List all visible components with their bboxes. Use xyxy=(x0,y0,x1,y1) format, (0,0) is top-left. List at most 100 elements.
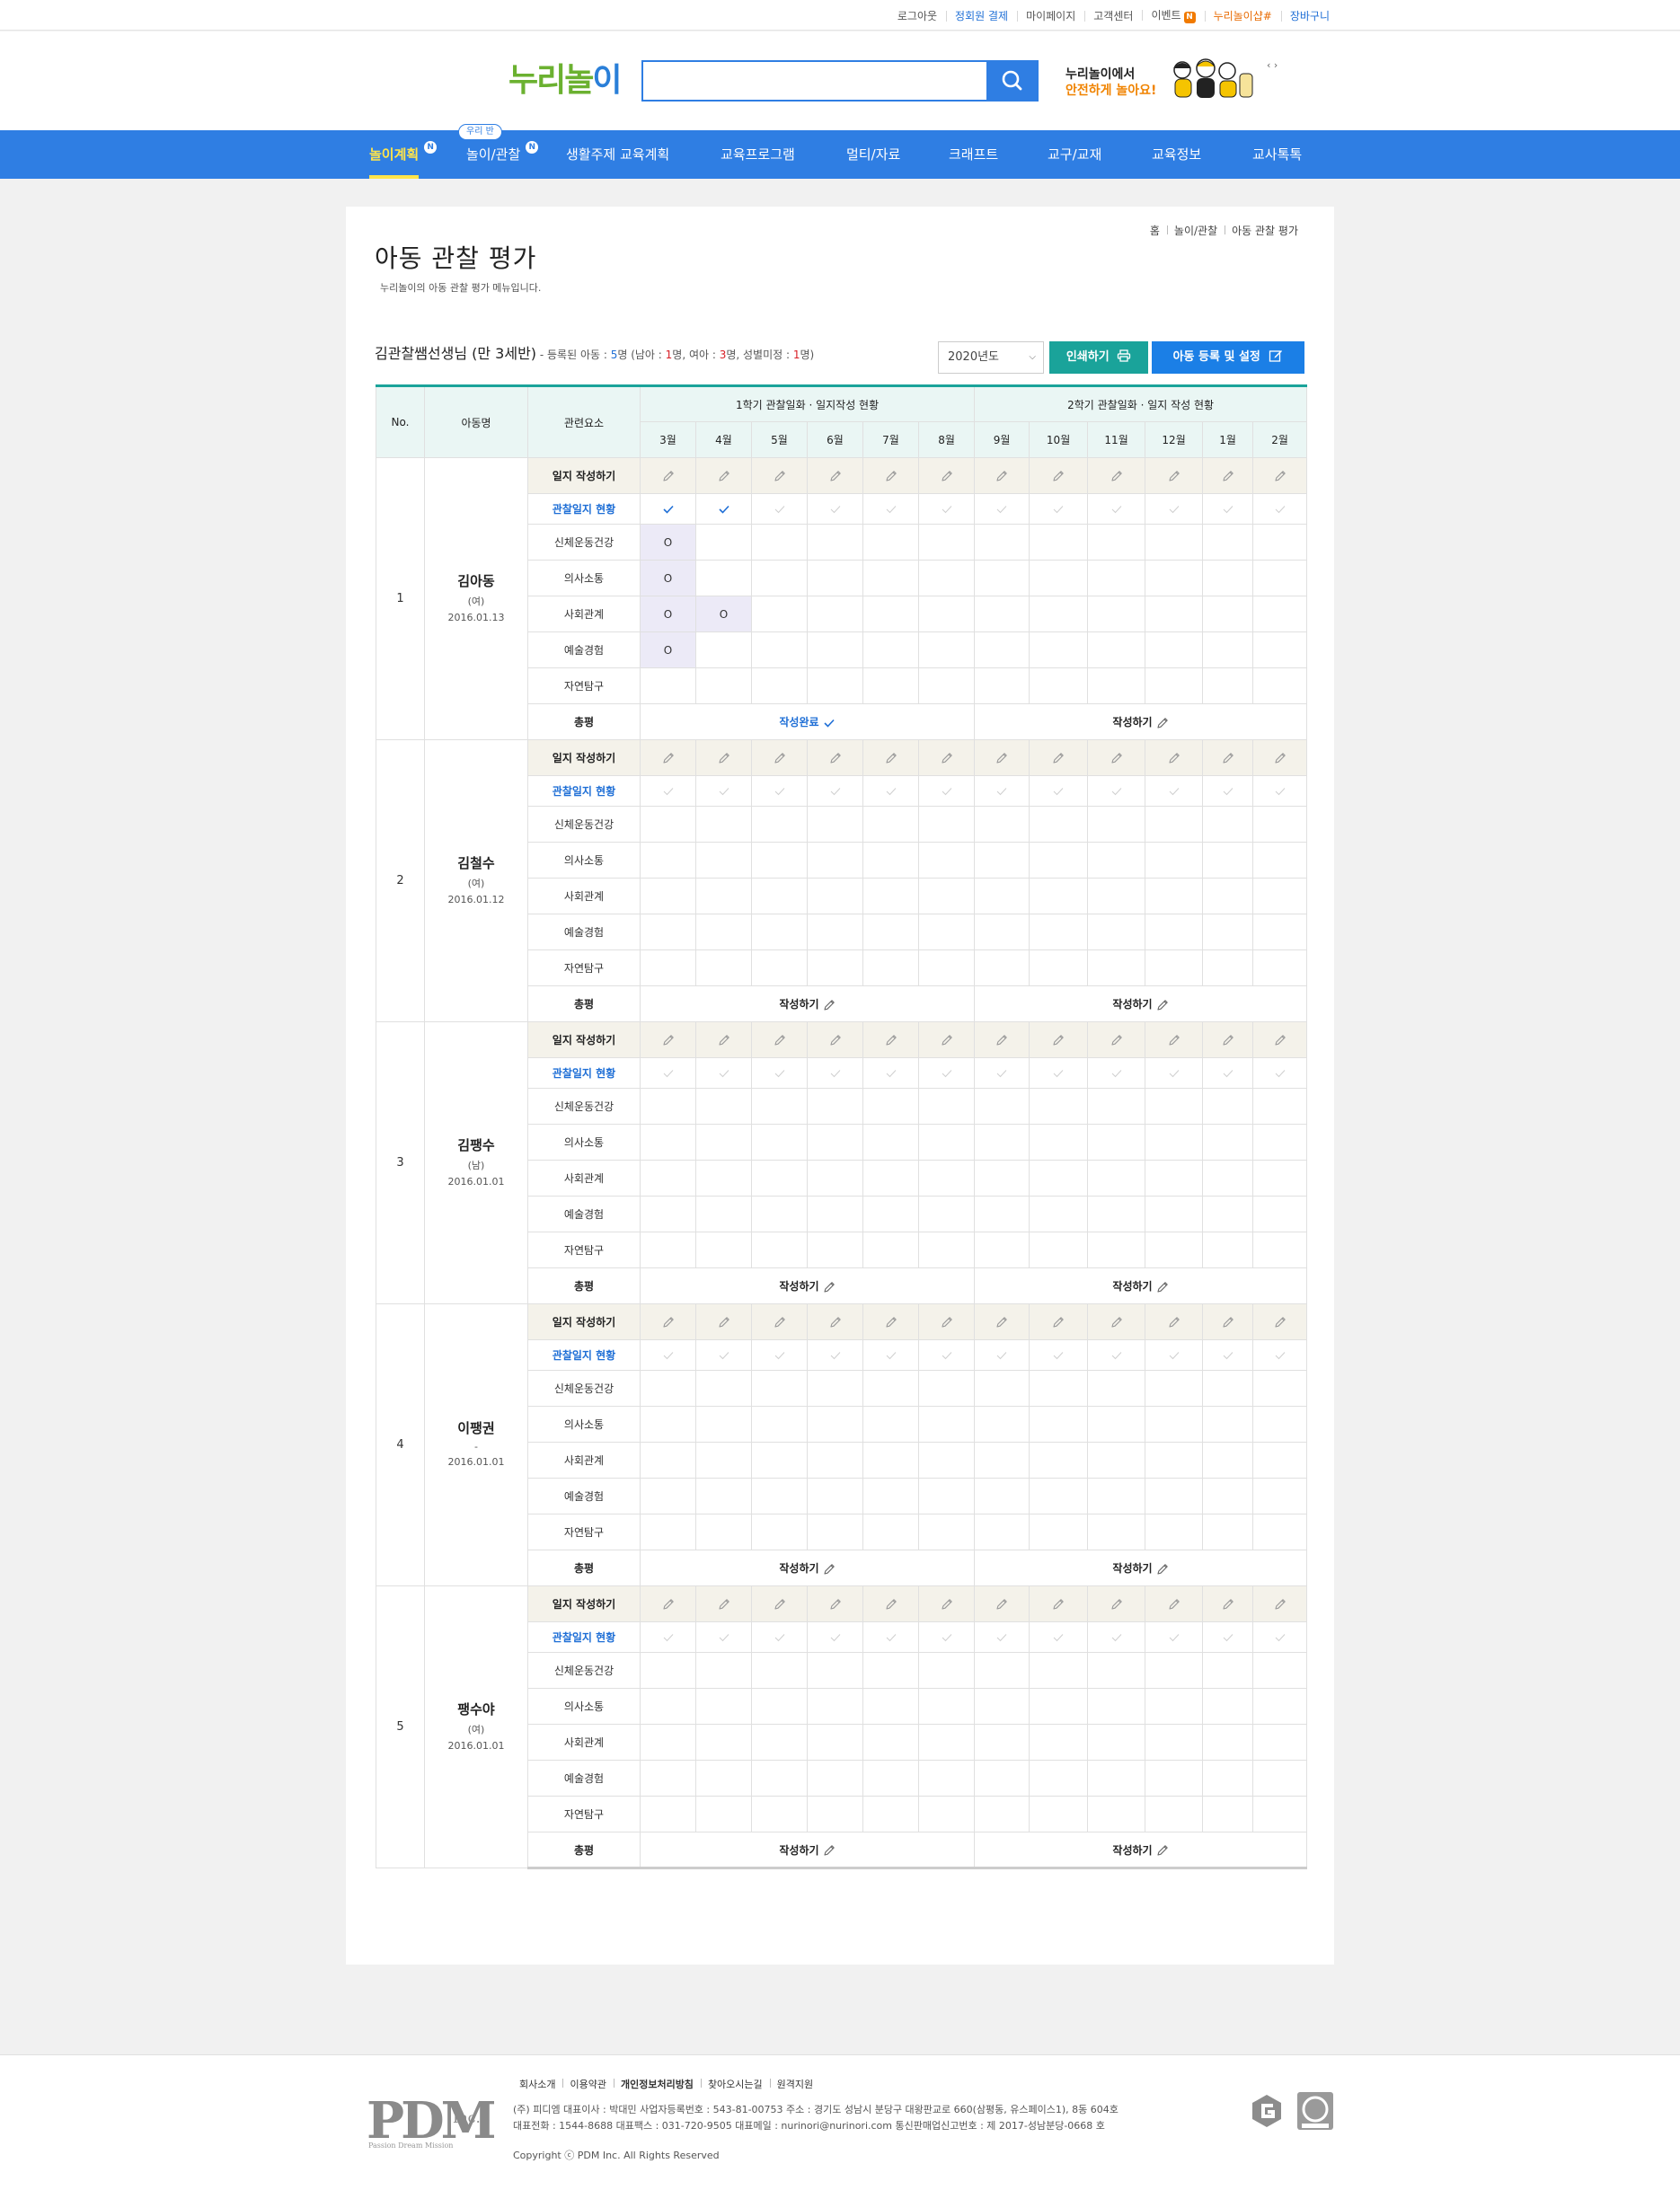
write-log-button[interactable] xyxy=(807,739,863,776)
semester-1-summary-button[interactable]: 작성하기 xyxy=(639,1550,976,1586)
mypage-link[interactable]: 마이페이지 xyxy=(1017,8,1084,23)
logout-link[interactable]: 로그아웃 xyxy=(889,8,946,23)
write-log-button[interactable] xyxy=(862,739,919,776)
write-log-button[interactable] xyxy=(862,1021,919,1058)
shop-link[interactable]: 누리놀이샵# xyxy=(1204,8,1281,23)
breadcrumb-home[interactable]: 홈 xyxy=(1143,223,1167,238)
write-log-button[interactable] xyxy=(974,739,1030,776)
semester-2-summary-button[interactable]: 작성하기 xyxy=(974,985,1308,1022)
observation-mark[interactable]: O xyxy=(640,631,696,668)
nav-life-theme[interactable]: 생활주제 교육계획 xyxy=(566,130,669,179)
semester-1-summary-button[interactable]: 작성하기 xyxy=(639,1267,976,1304)
write-log-button[interactable] xyxy=(1252,457,1308,494)
log-status-label[interactable]: 관찰일지 현황 xyxy=(527,1621,641,1653)
nav-teacher-talk[interactable]: 교사톡톡 xyxy=(1252,130,1302,179)
footer-link-remote[interactable]: 원격지원 xyxy=(769,2077,820,2091)
search-input[interactable] xyxy=(641,60,1039,102)
observation-mark[interactable]: O xyxy=(640,560,696,596)
semester-2-summary-button[interactable]: 작성하기 xyxy=(974,1267,1308,1304)
payment-link[interactable]: 정회원 결제 xyxy=(946,8,1017,23)
write-log-button[interactable] xyxy=(974,1585,1030,1622)
write-log-button[interactable] xyxy=(695,1303,752,1340)
log-status-label[interactable]: 관찰일지 현황 xyxy=(527,1057,641,1089)
observation-mark[interactable]: O xyxy=(640,596,696,632)
write-log-button[interactable] xyxy=(1029,457,1089,494)
semester-1-summary-button[interactable]: 작성완료 xyxy=(639,703,976,740)
nav-edu-info[interactable]: 교육정보 xyxy=(1152,130,1201,179)
write-log-button[interactable] xyxy=(640,1021,696,1058)
write-log-button[interactable] xyxy=(640,739,696,776)
write-log-button[interactable] xyxy=(974,457,1030,494)
write-log-button[interactable] xyxy=(640,457,696,494)
semester-2-summary-button[interactable]: 작성하기 xyxy=(974,1832,1308,1869)
write-log-button[interactable] xyxy=(751,739,808,776)
chevron-left-icon[interactable]: ‹ xyxy=(1267,59,1270,71)
write-log-button[interactable] xyxy=(917,1303,976,1340)
support-link[interactable]: 고객센터 xyxy=(1084,8,1142,23)
write-log-button[interactable] xyxy=(1252,739,1308,776)
write-log-button[interactable] xyxy=(917,457,976,494)
write-log-button[interactable] xyxy=(1029,1585,1089,1622)
write-log-button[interactable] xyxy=(1029,1303,1089,1340)
write-log-button[interactable] xyxy=(917,1021,976,1058)
write-log-button[interactable] xyxy=(1202,457,1254,494)
chevron-right-icon[interactable]: › xyxy=(1274,59,1278,71)
write-log-button[interactable] xyxy=(1145,1303,1204,1340)
write-log-button[interactable] xyxy=(1145,457,1204,494)
write-log-button[interactable] xyxy=(862,1303,919,1340)
cart-link[interactable]: 장바구니 xyxy=(1280,8,1339,23)
write-log-button[interactable] xyxy=(917,739,976,776)
footer-link-terms[interactable]: 이용약관 xyxy=(562,2077,613,2091)
observation-mark[interactable]: O xyxy=(640,524,696,561)
nav-multi[interactable]: 멀티/자료 xyxy=(846,130,900,179)
write-log-button[interactable] xyxy=(751,1303,808,1340)
semester-2-summary-button[interactable]: 작성하기 xyxy=(974,703,1308,740)
write-log-button[interactable] xyxy=(1145,1585,1204,1622)
nav-edu-program[interactable]: 교육프로그램 xyxy=(721,130,795,179)
write-log-button[interactable] xyxy=(1252,1021,1308,1058)
write-log-button[interactable] xyxy=(1087,739,1146,776)
year-select[interactable]: 2020년도 ⌵ xyxy=(938,341,1044,374)
write-log-button[interactable] xyxy=(807,1585,863,1622)
write-log-button[interactable] xyxy=(974,1303,1030,1340)
write-log-button[interactable] xyxy=(917,1585,976,1622)
semester-1-summary-button[interactable]: 작성하기 xyxy=(639,1832,976,1869)
banner-arrows[interactable]: ‹ › xyxy=(1267,59,1278,71)
write-log-button[interactable] xyxy=(1029,1021,1089,1058)
write-log-button[interactable] xyxy=(695,457,752,494)
write-log-button[interactable] xyxy=(807,1303,863,1340)
write-log-button[interactable] xyxy=(1252,1585,1308,1622)
footer-link-company[interactable]: 회사소개 xyxy=(512,2077,562,2091)
register-child-button[interactable]: 아동 등록 및 설정 xyxy=(1152,341,1304,374)
search-button[interactable] xyxy=(986,60,1039,102)
write-log-button[interactable] xyxy=(1202,1021,1254,1058)
write-log-button[interactable] xyxy=(1145,739,1204,776)
write-log-button[interactable] xyxy=(1252,1303,1308,1340)
write-log-button[interactable] xyxy=(751,1021,808,1058)
log-status-cell[interactable] xyxy=(640,493,696,525)
write-log-button[interactable] xyxy=(1145,1021,1204,1058)
log-status-label[interactable]: 관찰일지 현황 xyxy=(527,493,641,525)
write-log-button[interactable] xyxy=(1202,1303,1254,1340)
write-log-button[interactable] xyxy=(1029,739,1089,776)
nav-craft[interactable]: 크래프트 xyxy=(949,130,998,179)
observation-mark[interactable]: O xyxy=(695,596,752,632)
write-log-button[interactable] xyxy=(640,1585,696,1622)
event-link[interactable]: 이벤트 N xyxy=(1142,7,1204,23)
print-button[interactable]: 인쇄하기 xyxy=(1049,341,1148,374)
write-log-button[interactable] xyxy=(807,457,863,494)
write-log-button[interactable] xyxy=(640,1303,696,1340)
footer-link-directions[interactable]: 찾아오시는길 xyxy=(700,2077,770,2091)
breadcrumb-section[interactable]: 놀이/관찰 xyxy=(1166,223,1225,238)
write-log-button[interactable] xyxy=(1202,1585,1254,1622)
write-log-button[interactable] xyxy=(751,457,808,494)
write-log-button[interactable] xyxy=(1202,739,1254,776)
semester-2-summary-button[interactable]: 작성하기 xyxy=(974,1550,1308,1586)
semester-1-summary-button[interactable]: 작성하기 xyxy=(639,985,976,1022)
write-log-button[interactable] xyxy=(862,1585,919,1622)
nav-teaching-tools[interactable]: 교구/교재 xyxy=(1048,130,1101,179)
log-status-label[interactable]: 관찰일지 현황 xyxy=(527,1339,641,1371)
write-log-button[interactable] xyxy=(1087,457,1146,494)
nav-play-plan[interactable]: 놀이계획 N xyxy=(369,130,438,179)
write-log-button[interactable] xyxy=(695,1585,752,1622)
